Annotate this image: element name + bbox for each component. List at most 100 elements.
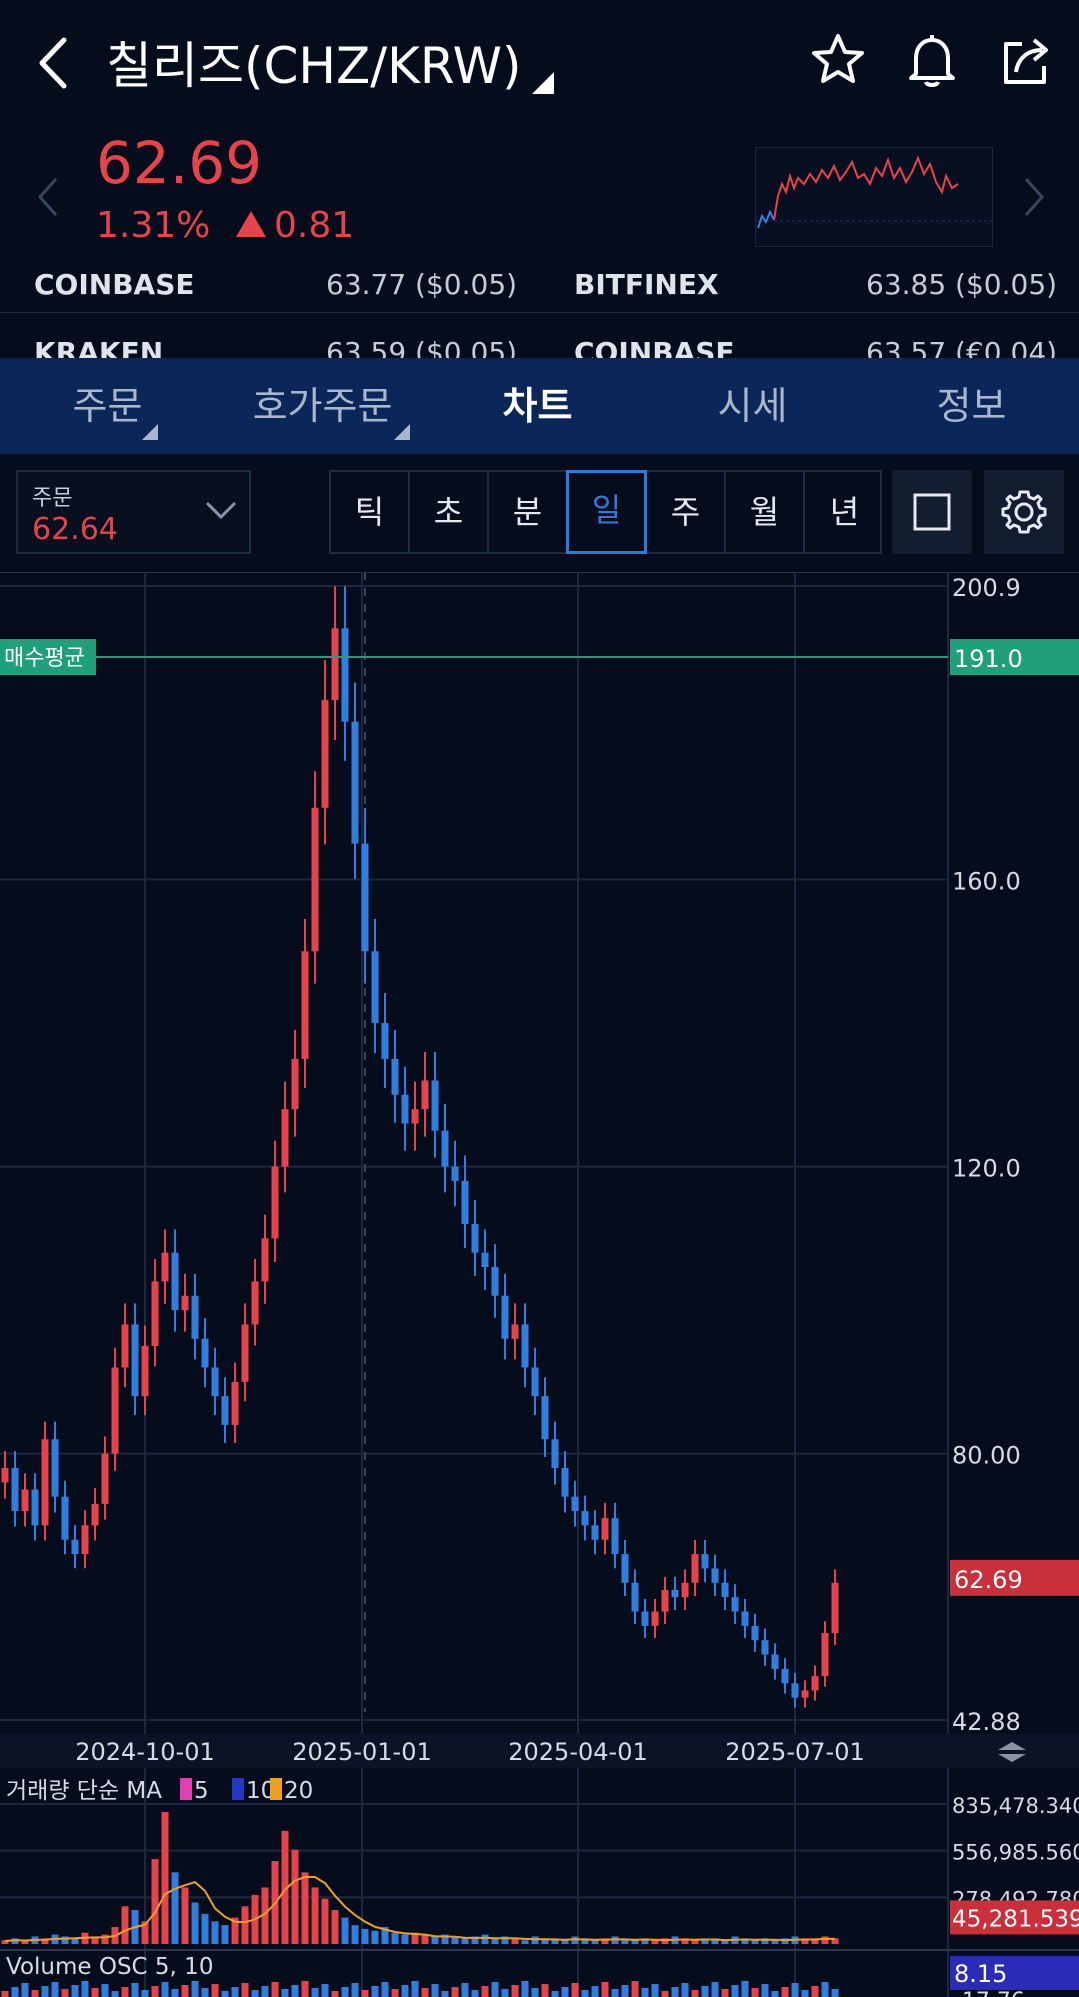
- candle-body: [531, 1367, 539, 1397]
- candle-body: [521, 1324, 529, 1368]
- osc-bar: [341, 1987, 349, 1997]
- osc-bar: [631, 1981, 639, 1997]
- candle-body: [351, 721, 359, 844]
- osc-bar: [731, 1985, 739, 1997]
- osc-bar: [451, 1987, 459, 1997]
- volume-bar: [161, 1812, 169, 1944]
- candle-body: [301, 951, 309, 1059]
- order-label: 주문: [32, 486, 73, 511]
- osc-bar: [21, 1983, 29, 1997]
- osc-bar: [351, 1983, 359, 1997]
- y-tick-label: 160.0: [952, 868, 1021, 896]
- next-coin-icon[interactable]: [1022, 175, 1046, 219]
- settings-button[interactable]: [984, 470, 1064, 554]
- candle-body: [81, 1525, 89, 1555]
- osc-bar: [771, 1991, 779, 1997]
- candle-body: [131, 1324, 139, 1397]
- candle-body: [661, 1589, 669, 1612]
- share-icon[interactable]: [996, 30, 1056, 90]
- candle-body: [61, 1496, 69, 1540]
- candle-body: [811, 1676, 819, 1691]
- volume-bar: [121, 1906, 129, 1944]
- osc-bar: [481, 1986, 489, 1997]
- candle-body: [271, 1166, 279, 1239]
- fullscreen-button[interactable]: [892, 470, 972, 554]
- osc-bar: [41, 1986, 49, 1997]
- candle-body: [611, 1518, 619, 1555]
- osc-bar: [801, 1990, 809, 1997]
- tab-chart[interactable]: 차트: [430, 358, 645, 454]
- osc-bar: [81, 1981, 89, 1997]
- bell-icon[interactable]: [902, 30, 962, 90]
- candle-body: [101, 1453, 109, 1504]
- osc-bar: [371, 1986, 379, 1997]
- candle-body: [641, 1611, 649, 1626]
- osc-bar: [1, 1991, 9, 1997]
- osc-bar: [391, 1989, 399, 1997]
- volume-bar: [371, 1930, 379, 1944]
- tab-order[interactable]: 주문: [0, 358, 215, 454]
- period-week[interactable]: 주: [647, 472, 726, 552]
- square-icon: [913, 493, 951, 531]
- osc-bar: [161, 1982, 169, 1997]
- candle-body: [601, 1518, 609, 1540]
- mini-price-chart[interactable]: [755, 147, 993, 247]
- candlestick-chart[interactable]: 매수평균 191.0 62.69 200.9 160.0 120.0 80.00 42.88…: [0, 571, 1079, 1997]
- candle-body: [381, 1023, 389, 1059]
- osc-bar: [271, 1982, 279, 1997]
- order-dropdown[interactable]: 주문 62.64: [16, 470, 251, 554]
- exchange-ticker[interactable]: COINBASE 63.77 ($0.05) BITFINEX 63.85 ($…: [0, 268, 1079, 358]
- candle-body: [421, 1080, 429, 1110]
- osc-bar: [111, 1991, 119, 1997]
- osc-bar: [581, 1990, 589, 1997]
- period-minute[interactable]: 분: [489, 472, 568, 552]
- star-icon[interactable]: [808, 30, 868, 90]
- osc-bar: [471, 1990, 479, 1997]
- osc-bar: [211, 1984, 219, 1997]
- candle-body: [781, 1668, 789, 1684]
- osc-bar: [511, 1985, 519, 1997]
- osc-bar: [201, 1988, 209, 1997]
- period-second[interactable]: 초: [410, 472, 489, 552]
- candle-body: [551, 1439, 559, 1468]
- osc-current-label: 8.15: [954, 1960, 1007, 1988]
- osc-bar: [261, 1986, 269, 1997]
- period-year[interactable]: 년: [805, 472, 884, 552]
- volume-bar: [481, 1934, 489, 1944]
- candle-body: [541, 1396, 549, 1440]
- main-tabs: 주문 호가주문 차트 시세 정보: [0, 358, 1079, 454]
- back-arrow-icon[interactable]: [30, 30, 80, 96]
- osc-bar: [651, 1984, 659, 1997]
- y-tick-label: 80.00: [952, 1442, 1021, 1470]
- title-menu-icon[interactable]: [532, 72, 554, 94]
- period-month[interactable]: 월: [726, 472, 805, 552]
- chart-toolbar: 주문 62.64 틱 초 분 일 주 월 년: [0, 454, 1079, 572]
- ma-period-label: 5: [194, 1778, 209, 1804]
- candle-body: [191, 1295, 199, 1339]
- tab-info[interactable]: 정보: [864, 358, 1079, 454]
- osc-bar: [691, 1990, 699, 1997]
- period-tick[interactable]: 틱: [331, 472, 410, 552]
- osc-bar: [821, 1982, 829, 1997]
- avg-buy-label: 매수평균: [4, 646, 85, 671]
- osc-bar: [301, 1981, 309, 1997]
- period-day[interactable]: 일: [566, 470, 647, 554]
- candle-body: [591, 1525, 599, 1540]
- change-amount: 0.81: [236, 205, 354, 246]
- candle-body: [651, 1611, 659, 1626]
- tab-market[interactable]: 시세: [645, 358, 860, 454]
- ma-swatch: [180, 1778, 192, 1800]
- candle-body: [251, 1281, 259, 1325]
- volume-bar: [201, 1913, 209, 1944]
- avg-buy-value: 191.0: [954, 645, 1023, 673]
- candle-body: [481, 1252, 489, 1268]
- volume-bar: [821, 1936, 829, 1944]
- page-title[interactable]: 칠리즈(CHZ/KRW): [106, 26, 522, 98]
- change-percent: 1.31%: [96, 205, 211, 246]
- candle-body: [21, 1489, 29, 1512]
- price-chart[interactable]: 매수평균 191.0 62.69 200.9 160.0 120.0 80.00 42.88…: [0, 571, 1079, 1997]
- prev-coin-icon[interactable]: [36, 175, 60, 219]
- candle-body: [211, 1367, 219, 1397]
- candle-body: [231, 1381, 239, 1425]
- osc-bar: [331, 1991, 339, 1997]
